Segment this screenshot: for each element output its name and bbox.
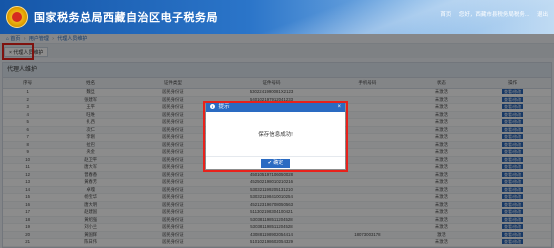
- info-icon: i: [210, 104, 215, 110]
- dialog-title: 提示: [218, 104, 230, 110]
- tax-emblem-icon: [6, 6, 28, 28]
- success-dialog: i 提示 × 保存信息成功! ✔ 确定: [206, 103, 345, 169]
- dialog-header: i 提示 ×: [206, 103, 345, 112]
- dialog-message-text: 保存信息成功!: [258, 132, 293, 138]
- site-header: 国家税务总局西藏自治区电子税务局 首页 您好，西藏市县税务局税务... 退出: [0, 0, 554, 34]
- logout-link[interactable]: 退出: [537, 12, 548, 18]
- site-title: 国家税务总局西藏自治区电子税务局: [34, 12, 218, 24]
- dialog-footer: ✔ 确定: [206, 157, 345, 170]
- dialog-message: 保存信息成功!: [206, 112, 345, 157]
- user-links: 首页 您好，西藏市县税务局税务... 退出: [434, 10, 548, 18]
- confirm-button[interactable]: ✔ 确定: [260, 159, 291, 168]
- home-link[interactable]: 首页: [440, 12, 451, 18]
- close-icon[interactable]: ×: [337, 103, 341, 112]
- user-greeting[interactable]: 您好，西藏市县税务局税务...: [459, 12, 530, 18]
